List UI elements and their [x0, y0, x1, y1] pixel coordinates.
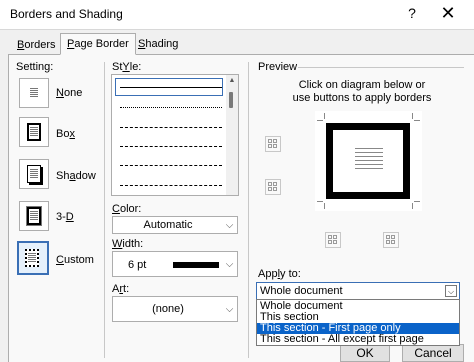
apply-option-all-except-first[interactable]: This section - All except first page — [257, 334, 459, 345]
close-button[interactable]: ✕ — [430, 1, 466, 25]
apply-to-dropdown[interactable]: Whole document ⌵ — [256, 282, 460, 300]
width-value: 6 pt — [128, 259, 147, 271]
style-dash-dot-line[interactable] — [120, 165, 222, 166]
setting-shadow-icon[interactable] — [19, 159, 49, 189]
setting-3d-icon[interactable] — [19, 201, 49, 231]
left-border-button[interactable] — [325, 232, 341, 248]
tab-borders[interactable]: Borders — [12, 36, 61, 55]
style-list[interactable]: ▲ — [111, 74, 239, 196]
art-heading: Art: — [112, 283, 130, 295]
width-line-sample — [173, 262, 219, 268]
setting-divider — [104, 62, 105, 358]
style-scrollbar[interactable]: ▲ — [226, 75, 238, 195]
setting-none-label[interactable]: None — [56, 87, 82, 99]
preview-instructions-1: Click on diagram below or — [298, 79, 426, 91]
cancel-button[interactable]: Cancel — [402, 344, 464, 362]
apply-to-value: Whole document — [260, 285, 343, 297]
preview-text-lines — [355, 148, 383, 172]
setting-custom-label[interactable]: Custom — [56, 254, 94, 266]
help-button[interactable]: ? — [404, 3, 420, 23]
tab-page-border[interactable]: Page Border — [60, 33, 136, 55]
color-dropdown[interactable]: Automatic ⌵ — [112, 216, 238, 234]
preview-rule — [298, 67, 464, 68]
art-value: (none) — [152, 303, 184, 315]
chevron-down-icon[interactable]: ⌵ — [222, 217, 237, 233]
scroll-thumb[interactable] — [229, 92, 233, 108]
bottom-border-button[interactable] — [265, 179, 281, 195]
style-dash-line[interactable] — [120, 146, 222, 147]
preview-page[interactable] — [326, 123, 410, 199]
setting-box-icon[interactable] — [19, 117, 49, 147]
setting-none-icon[interactable] — [19, 78, 49, 108]
art-dropdown[interactable]: (none) ⌵ — [112, 296, 238, 322]
setting-custom-icon[interactable] — [17, 241, 49, 275]
chevron-down-icon[interactable]: ⌵ — [222, 297, 237, 321]
width-heading: Width: — [112, 238, 144, 250]
setting-heading: Setting: — [16, 61, 54, 73]
color-value: Automatic — [143, 219, 193, 231]
style-long-dash-line[interactable] — [120, 185, 222, 186]
apply-to-heading: Apply to: — [258, 268, 301, 280]
preview-heading: Preview — [258, 61, 298, 73]
right-border-button[interactable] — [383, 232, 399, 248]
chevron-down-icon[interactable]: ⌵ — [445, 285, 457, 297]
style-fine-dash-line[interactable] — [120, 127, 222, 128]
dialog-title: Borders and Shading — [10, 7, 123, 21]
scroll-up-icon[interactable]: ▲ — [226, 77, 238, 85]
width-dropdown[interactable]: 6 pt ⌵ — [112, 251, 238, 277]
setting-shadow-label[interactable]: Shadow — [56, 170, 96, 182]
preview-instructions-2: use buttons to apply borders — [292, 92, 432, 104]
style-dotted-line[interactable] — [120, 107, 222, 108]
top-border-button[interactable] — [265, 136, 281, 152]
preview-diagram[interactable] — [315, 111, 422, 211]
setting-box-label[interactable]: Box — [56, 128, 75, 140]
style-heading: StYle: — [112, 61, 142, 73]
color-heading: Color: — [112, 203, 142, 215]
setting-3d-label[interactable]: 3-D — [56, 211, 74, 223]
ok-button[interactable]: OK — [340, 344, 390, 362]
apply-to-options-list[interactable]: Whole document This section This section… — [256, 299, 460, 346]
style-divider — [248, 62, 249, 358]
tab-shading[interactable]: Shading — [134, 36, 182, 55]
style-solid-line[interactable] — [120, 87, 222, 88]
chevron-down-icon[interactable]: ⌵ — [222, 252, 237, 276]
